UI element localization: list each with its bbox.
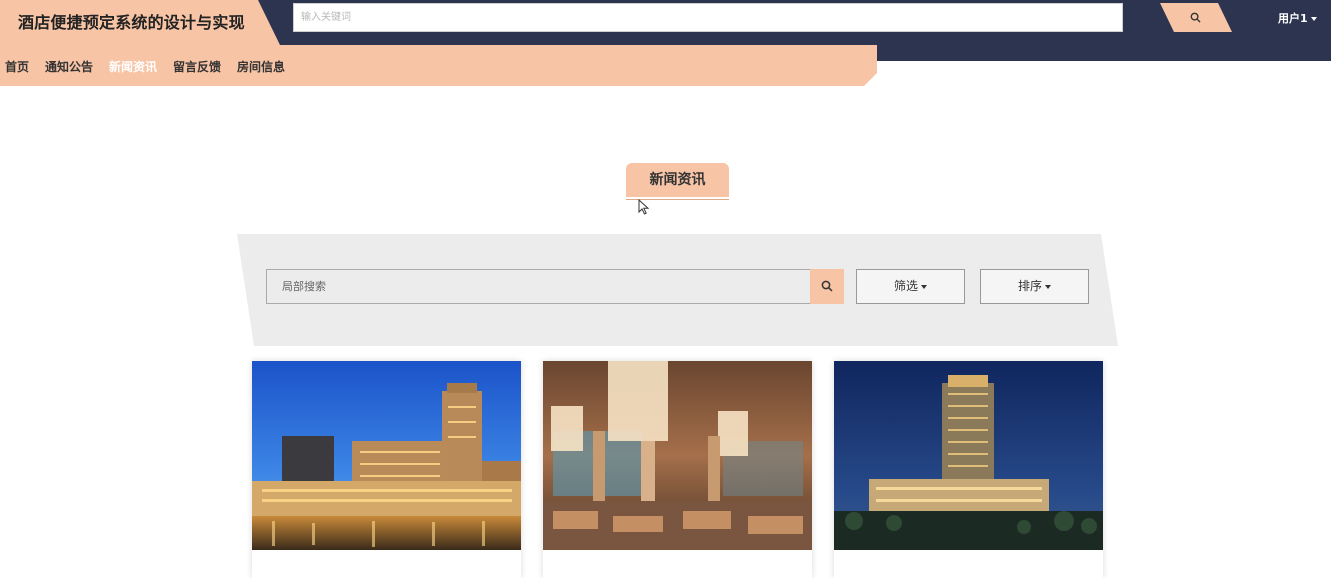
local-search-input[interactable] — [266, 269, 811, 304]
caret-down-icon — [921, 284, 927, 289]
sort-dropdown-button[interactable]: 排序 — [980, 269, 1089, 304]
caret-down-icon — [1310, 17, 1317, 21]
hotel-night-canal-photo — [252, 361, 521, 550]
caret-down-icon — [1045, 284, 1051, 289]
sort-dropdown-label: 排序 — [1017, 279, 1042, 293]
hotel-tower-night-photo — [834, 361, 1103, 550]
user-menu[interactable]: 用户1 — [1278, 10, 1317, 26]
app-title: 酒店便捷预定系统的设计与实现 — [18, 13, 245, 32]
filter-dropdown-label: 筛选 — [893, 279, 918, 293]
nav-item-rooms[interactable]: 房间信息 — [237, 58, 285, 75]
news-card[interactable] — [543, 361, 812, 578]
hotel-lobby-chandelier-photo — [543, 361, 812, 550]
nav-item-notices[interactable]: 通知公告 — [45, 58, 93, 75]
news-card[interactable] — [834, 361, 1103, 578]
news-card[interactable] — [252, 361, 521, 578]
nav-item-news[interactable]: 新闻资讯 — [109, 58, 157, 75]
section-title: 新闻资讯 — [626, 163, 729, 197]
nav-item-home[interactable]: 首页 — [5, 58, 29, 75]
global-search-input[interactable] — [293, 3, 1123, 32]
brand-banner: 酒店便捷预定系统的设计与实现 — [0, 0, 280, 45]
search-icon — [1190, 12, 1201, 23]
filter-dropdown-button[interactable]: 筛选 — [856, 269, 965, 304]
mouse-cursor-icon — [638, 199, 650, 215]
main-nav: 首页 通知公告 新闻资讯 留言反馈 房间信息 — [0, 45, 877, 86]
search-icon — [821, 280, 833, 292]
nav-item-feedback[interactable]: 留言反馈 — [173, 58, 221, 75]
user-menu-label: 用户1 — [1278, 12, 1308, 25]
local-search-button[interactable] — [810, 269, 844, 304]
